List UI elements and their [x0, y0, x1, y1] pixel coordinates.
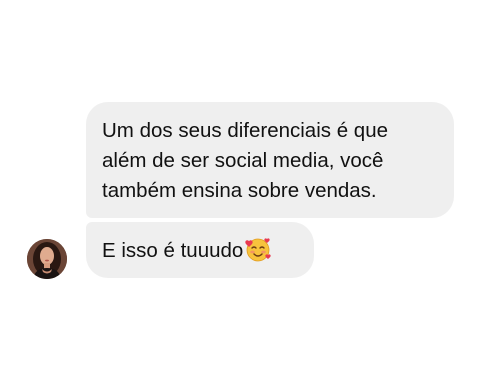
- smiling-face-with-hearts-icon: [244, 235, 272, 263]
- message-bubble[interactable]: E isso é tuuudo: [86, 222, 314, 278]
- message-bubble[interactable]: Um dos seus diferenciais é que além de s…: [86, 102, 454, 218]
- message-line: além de ser social media, você: [102, 149, 384, 172]
- avatar[interactable]: [27, 239, 67, 279]
- message-line: também ensina sobre vendas.: [102, 179, 377, 202]
- avatar-image: [27, 239, 67, 279]
- chat-thread: Um dos seus diferenciais é que além de s…: [0, 0, 481, 384]
- message-text: E isso é tuuudo: [102, 239, 244, 262]
- message-line: Um dos seus diferenciais é que: [102, 119, 389, 142]
